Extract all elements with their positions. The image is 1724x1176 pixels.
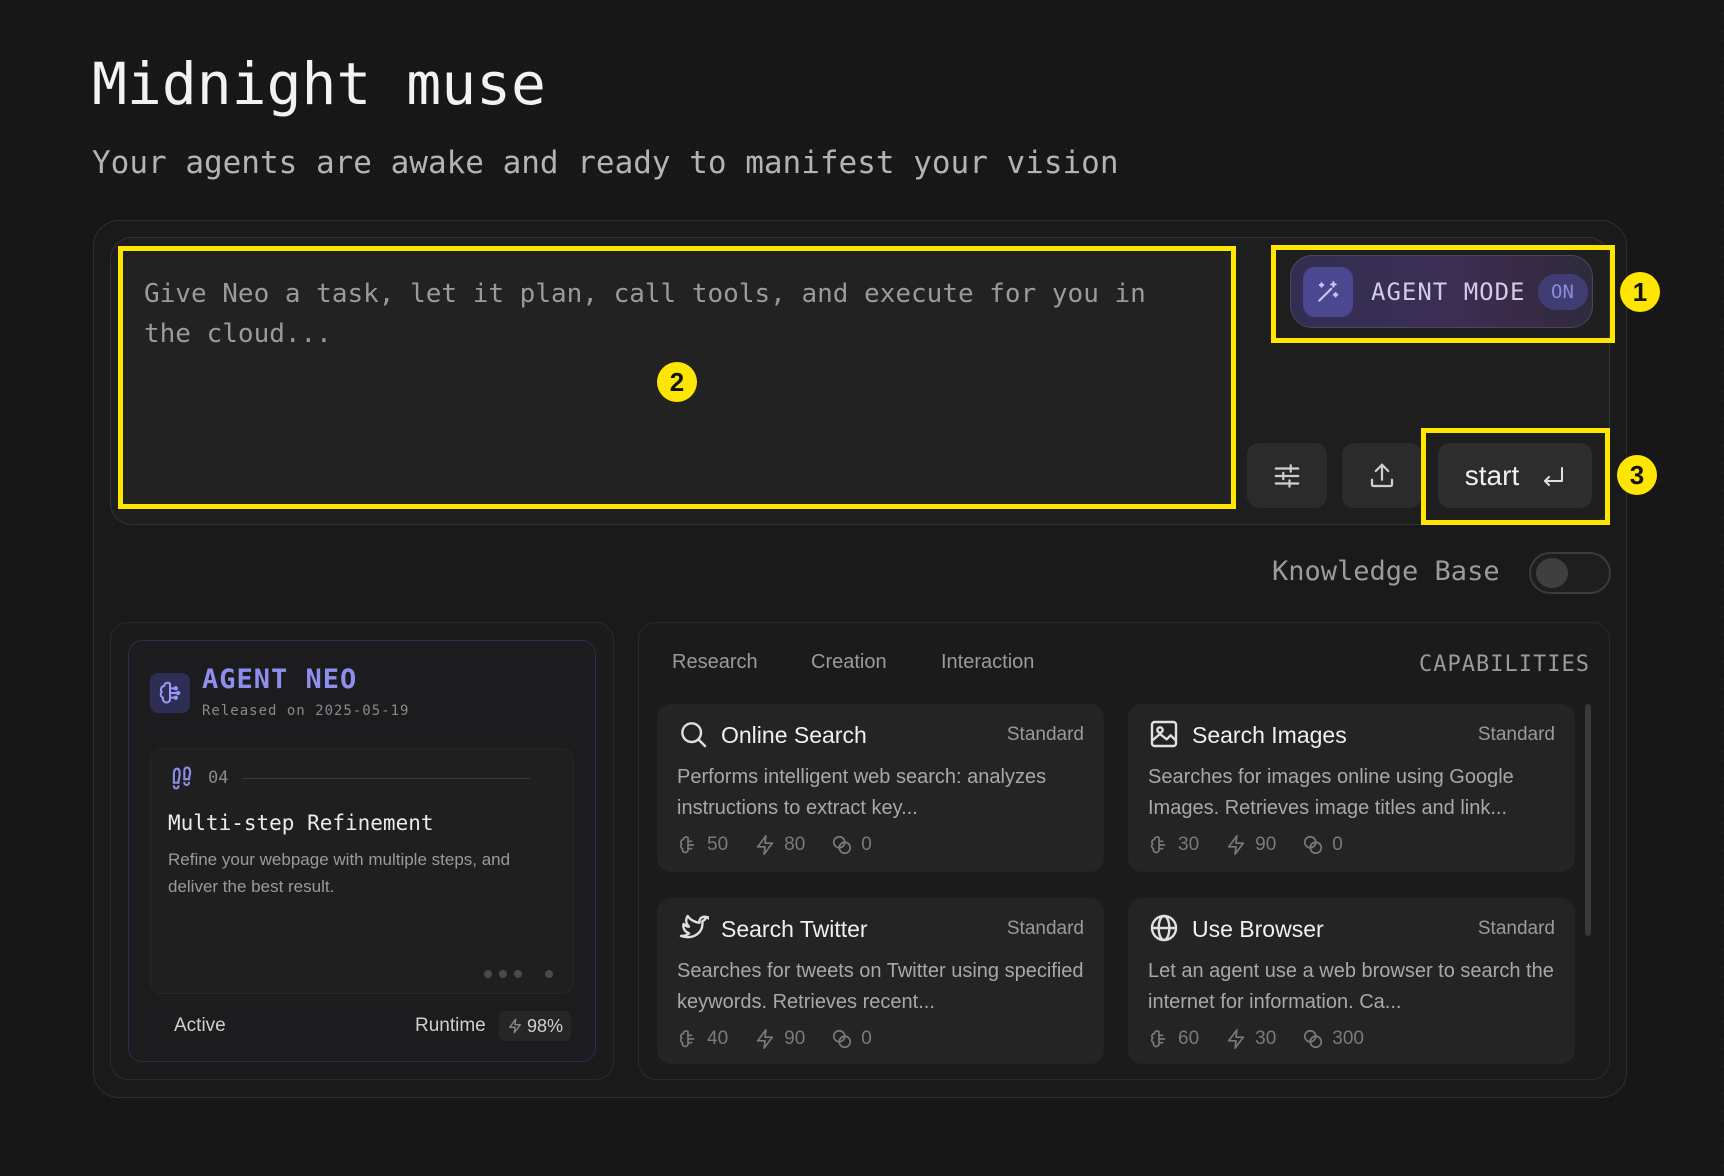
- carousel-dots[interactable]: [484, 970, 553, 978]
- capability-title: Online Search: [721, 722, 867, 748]
- tab-creation[interactable]: Creation: [811, 651, 887, 674]
- stat-value: 0: [861, 834, 872, 855]
- capabilities-heading: CAPABILITIES: [1419, 652, 1590, 677]
- lightning-icon: [509, 1018, 521, 1034]
- step-number: 04: [208, 768, 229, 788]
- lightning-icon: [756, 1029, 774, 1049]
- capability-tier: Standard: [1006, 724, 1084, 745]
- capability-card[interactable]: Search Images Standard Searches for imag…: [1128, 704, 1575, 872]
- page-subtitle: Your agents are awake and ready to manif…: [92, 145, 1119, 181]
- capability-card[interactable]: Online Search Standard Performs intellig…: [657, 704, 1104, 872]
- footprints-icon: [172, 766, 192, 790]
- capability-title: Search Twitter: [721, 916, 868, 942]
- search-icon: [681, 722, 707, 748]
- capability-description: Searches for tweets on Twitter using spe…: [677, 960, 1084, 1013]
- stat-value: 0: [1332, 834, 1343, 855]
- coins-icon: [1304, 835, 1323, 855]
- agent-release-date: Released on 2025-05-19: [202, 703, 410, 719]
- lightning-icon: [1227, 835, 1245, 855]
- agent-mode-state-badge: ON: [1537, 273, 1588, 310]
- stat-value: 40: [707, 1028, 729, 1049]
- knowledge-base-toggle[interactable]: [1529, 552, 1611, 594]
- annotation-badge-1: 1: [1620, 272, 1660, 312]
- carousel-dot[interactable]: [514, 970, 522, 978]
- agent-status: Active: [174, 1015, 226, 1036]
- stat-value: 300: [1332, 1028, 1364, 1049]
- carousel-dot[interactable]: [545, 970, 553, 978]
- step-divider: [242, 778, 530, 779]
- runtime-value: 98%: [527, 1015, 564, 1036]
- toggle-knob: [1536, 558, 1568, 588]
- agent-mode-label: AGENT MODE: [1371, 277, 1526, 306]
- coins-icon: [833, 1029, 852, 1049]
- globe-icon: [1150, 914, 1178, 942]
- image-icon: [1150, 720, 1178, 748]
- runtime-label: Runtime: [415, 1015, 486, 1036]
- stat-value: 30: [1255, 1028, 1277, 1049]
- coins-icon: [1304, 1029, 1323, 1049]
- capability-tier: Standard: [1477, 724, 1555, 745]
- knowledge-base-label: Knowledge Base: [1272, 556, 1500, 587]
- sliders-icon: [1274, 463, 1300, 488]
- agent-name: AGENT NEO: [202, 664, 358, 695]
- capability-stats: 30 90 0: [1148, 834, 1343, 856]
- capability-title: Use Browser: [1192, 916, 1324, 942]
- carousel-dot[interactable]: [484, 970, 492, 978]
- capability-stats: 50 80 0: [677, 834, 872, 856]
- page-title: Midnight muse: [92, 50, 546, 118]
- capability-stats: 40 90 0: [677, 1028, 872, 1050]
- annotation-badge-3: 3: [1617, 455, 1657, 495]
- capability-title: Search Images: [1192, 722, 1347, 748]
- capability-stats: 60 30 300: [1148, 1028, 1364, 1050]
- start-button-label: start: [1464, 459, 1520, 491]
- capability-description: Let an agent use a web browser to search…: [1148, 960, 1554, 1013]
- stat-value: 50: [707, 834, 729, 855]
- capability-description: Performs intelligent web search: analyze…: [677, 766, 1047, 819]
- capability-tier: Standard: [1006, 918, 1084, 939]
- capability-description: Searches for images online using Google …: [1148, 766, 1514, 819]
- brain-icon: [150, 673, 190, 713]
- annotation-badge-2: 2: [657, 362, 697, 402]
- tab-interaction[interactable]: Interaction: [941, 651, 1034, 674]
- enter-key-icon: [1544, 466, 1564, 486]
- stat-value: 0: [861, 1028, 872, 1049]
- scrollbar[interactable]: [1585, 704, 1591, 936]
- upload-icon: [1370, 463, 1394, 487]
- brain-icon: [1150, 1030, 1166, 1048]
- stat-value: 30: [1178, 834, 1200, 855]
- stat-value: 90: [784, 1028, 806, 1049]
- capability-tier: Standard: [1477, 918, 1555, 939]
- lightning-icon: [756, 835, 774, 855]
- step-title: Multi-step Refinement: [168, 811, 434, 835]
- lightning-icon: [1227, 1029, 1245, 1049]
- step-description: Refine your webpage with multiple steps,…: [168, 850, 511, 896]
- upload-button[interactable]: [1342, 443, 1422, 508]
- settings-sliders-button[interactable]: [1247, 443, 1327, 508]
- brain-icon: [679, 836, 695, 854]
- brain-icon: [1150, 836, 1166, 854]
- start-button[interactable]: start: [1438, 443, 1592, 508]
- stat-value: 90: [1255, 834, 1277, 855]
- agent-mode-toggle[interactable]: AGENT MODE ON: [1290, 255, 1593, 328]
- carousel-dot[interactable]: [499, 970, 507, 978]
- coins-icon: [833, 835, 852, 855]
- magic-wand-icon: [1303, 266, 1353, 317]
- capability-card[interactable]: Search Twitter Standard Searches for twe…: [657, 898, 1104, 1064]
- stat-value: 80: [784, 834, 806, 855]
- tab-research[interactable]: Research: [672, 651, 758, 674]
- capability-card[interactable]: Use Browser Standard Let an agent use a …: [1128, 898, 1575, 1064]
- stat-value: 60: [1178, 1028, 1200, 1049]
- runtime-value-badge: 98%: [499, 1011, 572, 1041]
- brain-icon: [679, 1030, 695, 1048]
- twitter-icon: [679, 914, 709, 939]
